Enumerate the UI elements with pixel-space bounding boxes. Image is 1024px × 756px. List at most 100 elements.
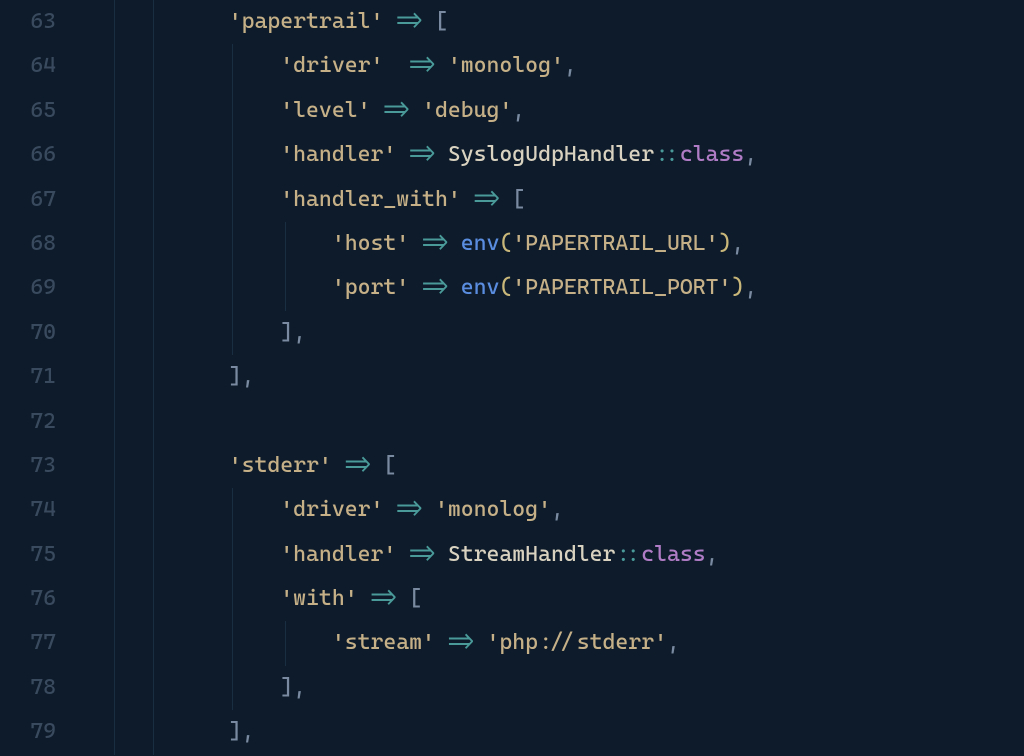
code-token: SyslogUdpHandler: [448, 142, 654, 167]
line-number-gutter: 6364656667686970717273747576777879: [0, 0, 74, 756]
code-token: ): [731, 275, 744, 300]
code-token: =>: [345, 453, 371, 478]
code-token: 'port': [332, 275, 409, 300]
indent-guide: [153, 710, 154, 754]
code-token: ],: [229, 719, 255, 744]
code-token: =>: [396, 9, 422, 34]
code-token: env: [461, 275, 500, 300]
code-token: [: [512, 187, 525, 212]
code-token: [358, 586, 371, 611]
indent-guide: [232, 666, 233, 710]
code-token: [448, 275, 461, 300]
line-number: 76: [0, 577, 56, 621]
code-token: [422, 497, 435, 522]
indent-guide: [285, 222, 286, 266]
code-token: [74, 187, 280, 212]
code-token: =>: [474, 187, 500, 212]
code-token: ::: [654, 142, 680, 167]
code-line[interactable]: 'stream' => 'php://stderr',: [74, 621, 1024, 665]
code-token: [: [409, 586, 422, 611]
code-line[interactable]: 'driver' => 'monolog',: [74, 44, 1024, 88]
indent-guide: [153, 577, 154, 621]
code-token: =>: [409, 142, 435, 167]
indent-guide: [153, 444, 154, 488]
indent-guide: [153, 0, 154, 44]
code-token: env: [461, 231, 500, 256]
code-line[interactable]: 'driver' => 'monolog',: [74, 488, 1024, 532]
code-token: StreamHandler: [448, 542, 616, 567]
code-token: 'driver': [280, 53, 383, 78]
code-line[interactable]: [74, 400, 1024, 444]
code-token: [332, 453, 345, 478]
code-line[interactable]: ],: [74, 355, 1024, 399]
code-token: [383, 9, 396, 34]
code-token: =>: [370, 586, 396, 611]
indent-guide: [114, 44, 115, 88]
indent-guide: [114, 400, 115, 444]
code-token: ],: [280, 675, 306, 700]
code-line[interactable]: 'handler_with' => [: [74, 178, 1024, 222]
code-line[interactable]: 'with' => [: [74, 577, 1024, 621]
indent-guide: [114, 89, 115, 133]
indent-guide: [114, 311, 115, 355]
code-token: [74, 9, 229, 34]
code-area[interactable]: 'papertrail' => [ 'driver' => 'monolog',…: [74, 0, 1024, 756]
line-number: 67: [0, 178, 56, 222]
code-token: [: [383, 453, 396, 478]
code-token: [383, 497, 396, 522]
indent-guide: [285, 266, 286, 310]
line-number: 69: [0, 266, 56, 310]
indent-guide: [153, 355, 154, 399]
code-token: ],: [280, 320, 306, 345]
code-token: [435, 53, 448, 78]
code-line[interactable]: 'handler' => SyslogUdpHandler::class,: [74, 133, 1024, 177]
code-token: [383, 53, 409, 78]
code-token: 'PAPERTRAIL_PORT': [512, 275, 731, 300]
code-token: class: [680, 142, 744, 167]
line-number: 71: [0, 355, 56, 399]
code-token: ,: [706, 542, 719, 567]
code-line[interactable]: 'host' => env('PAPERTRAIL_URL'),: [74, 222, 1024, 266]
line-number: 72: [0, 400, 56, 444]
line-number: 74: [0, 488, 56, 532]
code-token: ,: [551, 497, 564, 522]
indent-guide: [114, 666, 115, 710]
line-number: 66: [0, 133, 56, 177]
code-token: [74, 98, 280, 123]
code-line[interactable]: 'port' => env('PAPERTRAIL_PORT'),: [74, 266, 1024, 310]
code-token: 'stderr': [229, 453, 332, 478]
code-token: ],: [229, 364, 255, 389]
line-number: 73: [0, 444, 56, 488]
line-number: 64: [0, 44, 56, 88]
code-token: [422, 9, 435, 34]
code-line[interactable]: ],: [74, 666, 1024, 710]
code-token: ,: [564, 53, 577, 78]
code-token: =>: [409, 542, 435, 567]
code-token: =>: [422, 275, 448, 300]
code-token: 'with': [280, 586, 357, 611]
code-token: [396, 586, 409, 611]
code-line[interactable]: ],: [74, 311, 1024, 355]
line-number: 63: [0, 0, 56, 44]
code-token: [74, 453, 229, 478]
code-line[interactable]: 'stderr' => [: [74, 444, 1024, 488]
code-token: ): [719, 231, 732, 256]
indent-guide: [153, 222, 154, 266]
indent-guide: [153, 266, 154, 310]
code-token: ,: [512, 98, 525, 123]
code-token: 'level': [280, 98, 370, 123]
code-token: ::: [615, 542, 641, 567]
line-number: 78: [0, 666, 56, 710]
code-token: [: [435, 9, 448, 34]
code-line[interactable]: 'handler' => StreamHandler::class,: [74, 533, 1024, 577]
code-token: [409, 98, 422, 123]
code-line[interactable]: 'papertrail' => [: [74, 0, 1024, 44]
code-line[interactable]: 'level' => 'debug',: [74, 89, 1024, 133]
code-token: [74, 719, 229, 744]
indent-guide: [153, 666, 154, 710]
code-line[interactable]: ],: [74, 710, 1024, 754]
indent-guide: [232, 577, 233, 621]
indent-guide: [232, 222, 233, 266]
code-token: =>: [448, 630, 474, 655]
indent-guide: [232, 621, 233, 665]
